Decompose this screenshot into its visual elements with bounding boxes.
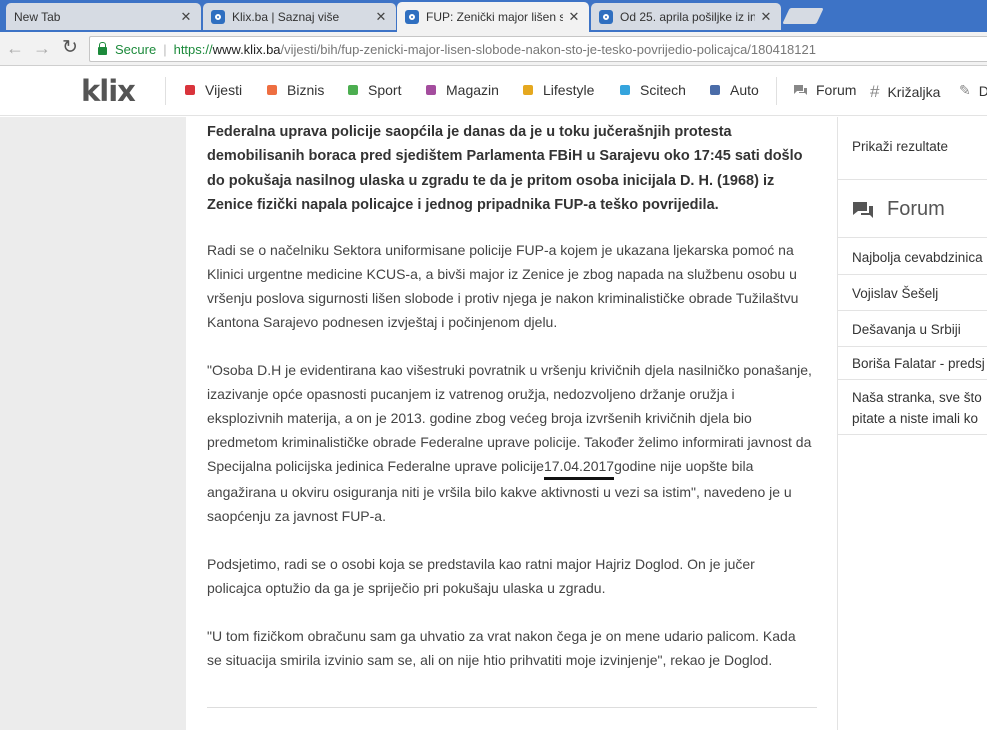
nav-label: Sport	[368, 82, 402, 98]
forum-link-text: Dešavanja u Srbiji	[852, 322, 961, 337]
nav-item-forum[interactable]: Forum	[793, 82, 856, 98]
nav-item-krizaljka[interactable]: # Križaljka	[870, 82, 940, 102]
tab-title: FUP: Zenički major lišen s	[426, 10, 563, 24]
tab-title: Klix.ba | Saznaj više	[232, 9, 340, 24]
forum-link[interactable]: Najbolja cevabdzinica	[838, 239, 987, 275]
article-body: Federalna uprava policije saopćila je da…	[186, 117, 837, 730]
nav-divider	[165, 77, 166, 105]
tab-new-tab[interactable]: New Tab ✕	[6, 3, 201, 30]
sidebar-results-box: Prikaži rezultate	[838, 117, 987, 180]
show-results-link[interactable]: Prikaži rezultate	[852, 139, 948, 154]
nav-label: Scitech	[640, 82, 686, 98]
tab-klix-home[interactable]: Klix.ba | Saznaj više ✕	[203, 3, 396, 30]
klix-favicon-icon	[599, 9, 613, 24]
forum-link-text: Najbolja cevabdzinica	[852, 250, 983, 265]
lock-icon	[98, 41, 107, 55]
nav-label: Biznis	[287, 82, 325, 98]
nav-label: Forum	[816, 82, 857, 98]
article-paragraph: "U tom fizičkom obračunu sam ga uhvatio …	[207, 628, 796, 669]
tab-title: New Tab	[14, 9, 61, 24]
close-icon[interactable]: ✕	[179, 9, 193, 25]
edit-icon: ✎	[959, 82, 971, 98]
forum-widget-title: Forum	[887, 198, 945, 220]
secure-label: Secure	[115, 41, 157, 57]
tab-fup-article[interactable]: FUP: Zenički major lišen s ✕	[397, 2, 589, 32]
category-dot-icon	[523, 85, 533, 95]
forum-link[interactable]: Naša stranka, sve što pitate a niste imal…	[838, 381, 987, 435]
url-scheme: https://	[173, 41, 213, 57]
category-dot-icon	[710, 85, 720, 95]
category-dot-icon	[348, 85, 358, 95]
left-gutter	[0, 117, 186, 730]
sidebar: Prikaži rezultate Forum Najbolja cevabdz…	[837, 117, 987, 730]
browser-toolbar: ← → ↻ Secure | https://www.klix.ba/vijes…	[0, 32, 987, 66]
tab-title: Od 25. aprila pošiljke iz in	[620, 9, 755, 24]
close-icon[interactable]: ✕	[374, 9, 388, 25]
forum-link-text: Naša stranka, sve što	[852, 390, 982, 405]
close-icon[interactable]: ✕	[567, 9, 581, 25]
nav-item-scitech[interactable]: Scitech	[620, 82, 686, 98]
forum-link[interactable]: Dešavanja u Srbiji	[838, 312, 987, 347]
hash-icon: #	[870, 82, 880, 101]
nav-label: Magazin	[446, 82, 499, 98]
forum-link-text: Vojislav Šešelj	[852, 286, 939, 301]
browser-tab-strip: New Tab ✕ Klix.ba | Saznaj više ✕ FUP: Z…	[0, 0, 987, 32]
klix-logo[interactable]: klix	[81, 74, 136, 108]
category-dot-icon	[620, 85, 630, 95]
reload-button[interactable]: ↻	[58, 37, 82, 61]
address-bar[interactable]: Secure | https://www.klix.ba/vijesti/bih…	[89, 36, 987, 62]
nav-label: Lifestyle	[543, 82, 595, 98]
nav-label: Auto	[730, 82, 759, 98]
forum-link[interactable]: Boriša Falatar - predsj	[838, 348, 987, 380]
article-lead: Federalna uprava policije saopćila je da…	[207, 124, 803, 213]
tab-posiljke[interactable]: Od 25. aprila pošiljke iz in ✕	[591, 3, 781, 30]
nav-item-lifestyle[interactable]: Lifestyle	[523, 82, 594, 98]
url-host: www.klix.ba	[212, 41, 281, 57]
nav-item-d[interactable]: ✎ D	[959, 82, 987, 99]
new-tab-button[interactable]	[782, 8, 824, 24]
site-header: klix Vijesti Biznis Sport Magazin Lifest…	[0, 67, 987, 116]
logo-text: klix	[81, 74, 136, 108]
url-path: /vijesti/bih/fup-zenicki-major-lisen-slo…	[280, 41, 816, 57]
article-divider	[207, 707, 817, 708]
nav-item-magazin[interactable]: Magazin	[426, 82, 499, 98]
forum-link[interactable]: Vojislav Šešelj	[838, 276, 987, 311]
forward-button[interactable]: →	[30, 37, 54, 61]
nav-item-sport[interactable]: Sport	[348, 82, 401, 98]
klix-favicon-icon	[211, 9, 225, 24]
category-dot-icon	[267, 85, 277, 95]
category-dot-icon	[185, 85, 195, 95]
nav-label: D	[978, 82, 987, 99]
article-paragraph: Radi se o načelniku Sektora uniformisane…	[207, 242, 799, 331]
nav-label: Križaljka	[887, 84, 941, 100]
chat-icon	[794, 84, 807, 95]
forum-link-text: Boriša Falatar - predsj	[852, 356, 985, 371]
klix-favicon-icon	[405, 10, 419, 24]
underlined-date: 17.04.2017	[543, 456, 615, 481]
nav-item-biznis[interactable]: Biznis	[267, 82, 324, 98]
address-separator: |	[163, 41, 167, 57]
article-paragraph: Podsjetimo, radi se o osobi koja se pred…	[207, 556, 755, 597]
close-icon[interactable]: ✕	[759, 9, 773, 25]
nav-divider	[776, 77, 777, 105]
forum-widget-header: Forum	[838, 181, 987, 238]
forum-link-text: pitate a niste imali ko	[852, 411, 979, 426]
category-dot-icon	[426, 85, 436, 95]
chat-icon	[853, 202, 873, 218]
nav-label: Vijesti	[205, 82, 243, 98]
nav-item-auto[interactable]: Auto	[710, 82, 759, 98]
article-paragraph: "Osoba D.H je evidentirana kao višestruk…	[207, 358, 812, 528]
nav-item-vijesti[interactable]: Vijesti	[185, 82, 242, 98]
back-button[interactable]: ←	[3, 37, 27, 61]
